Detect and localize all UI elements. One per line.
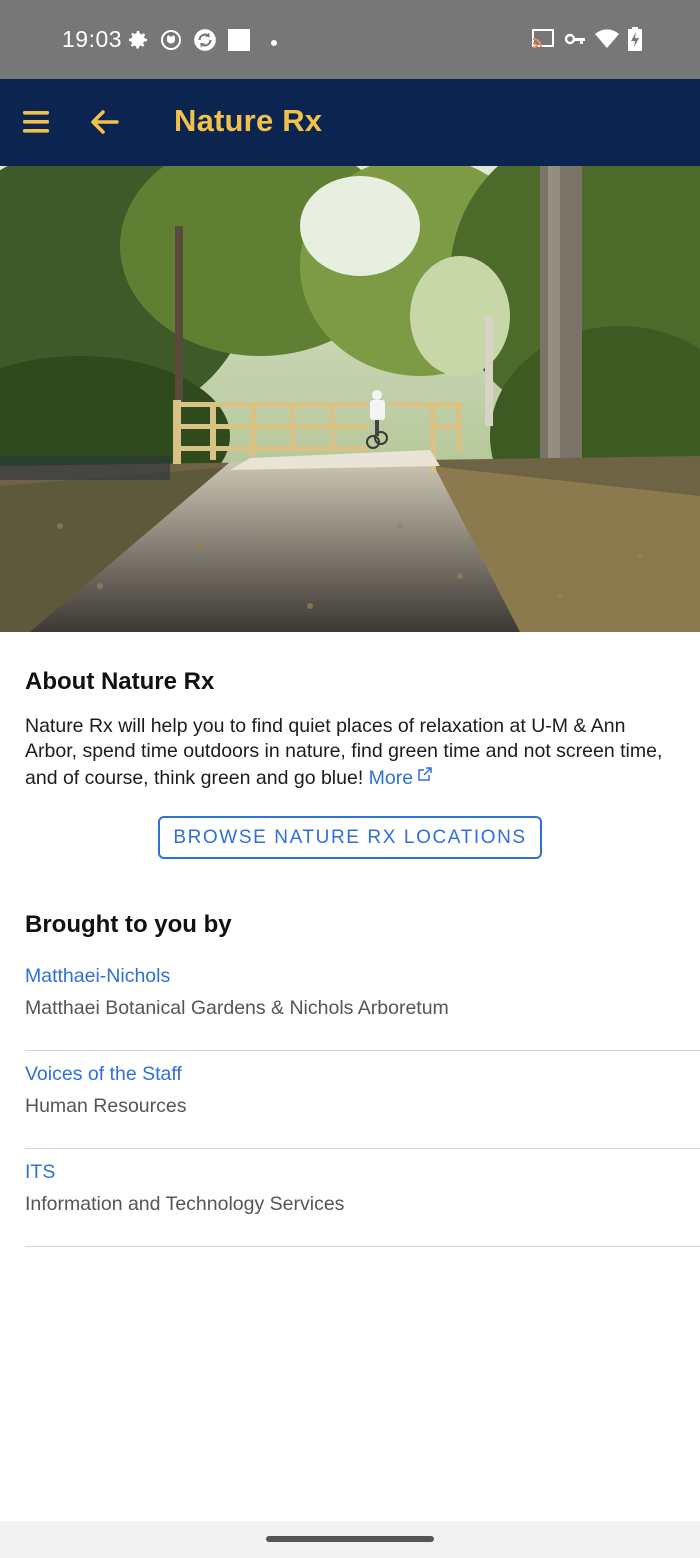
- sponsor-link-its[interactable]: ITS: [25, 1161, 55, 1184]
- list-item: ITS Information and Technology Services: [25, 1150, 700, 1247]
- status-right-icons: [522, 27, 642, 56]
- settings-icon: [126, 28, 150, 57]
- status-time: 19:03: [62, 26, 123, 52]
- list-item: Matthaei-Nichols Matthaei Botanical Gard…: [25, 954, 700, 1051]
- dot-icon: [270, 34, 278, 52]
- hero-image: [0, 166, 700, 632]
- gesture-nav-bar: [0, 1521, 700, 1558]
- sponsor-description: Information and Technology Services: [25, 1193, 345, 1215]
- status-bar: 19:03: [0, 0, 700, 79]
- more-link-label: More: [368, 767, 414, 789]
- trail-bridge-photo-icon: [0, 166, 700, 632]
- cast-icon: [531, 28, 555, 55]
- square-icon: [227, 28, 251, 57]
- app-bar: Nature Rx: [0, 79, 700, 166]
- sponsor-description: Matthaei Botanical Gardens & Nichols Arb…: [25, 997, 449, 1019]
- back-button[interactable]: [86, 105, 122, 139]
- vpn-key-icon: [564, 31, 586, 52]
- about-text: Nature Rx will help you to find quiet pl…: [25, 715, 663, 789]
- battery-charging-icon: [628, 27, 642, 56]
- arrow-back-icon: [91, 110, 119, 134]
- sponsor-list: Matthaei-Nichols Matthaei Botanical Gard…: [25, 954, 700, 1248]
- page-title: Nature Rx: [174, 103, 323, 138]
- brought-by-heading: Brought to you by: [25, 911, 232, 938]
- github-icon: [159, 28, 183, 57]
- hamburger-menu-icon: [23, 111, 49, 133]
- sync-icon: [192, 27, 218, 58]
- about-heading: About Nature Rx: [25, 668, 215, 695]
- about-description: Nature Rx will help you to find quiet pl…: [25, 714, 665, 791]
- home-indicator[interactable]: [266, 1536, 434, 1542]
- external-link-icon: [417, 764, 433, 789]
- sponsor-link-voices-of-the-staff[interactable]: Voices of the Staff: [25, 1063, 182, 1086]
- wifi-icon: [595, 29, 619, 54]
- list-item: Voices of the Staff Human Resources: [25, 1052, 700, 1149]
- browse-locations-button[interactable]: BROWSE NATURE RX LOCATIONS: [158, 816, 542, 859]
- more-link[interactable]: More: [369, 767, 433, 789]
- sponsor-description: Human Resources: [25, 1095, 187, 1117]
- status-left-icons: [126, 27, 287, 58]
- menu-button[interactable]: [21, 105, 53, 139]
- sponsor-link-matthaei-nichols[interactable]: Matthaei-Nichols: [25, 965, 170, 988]
